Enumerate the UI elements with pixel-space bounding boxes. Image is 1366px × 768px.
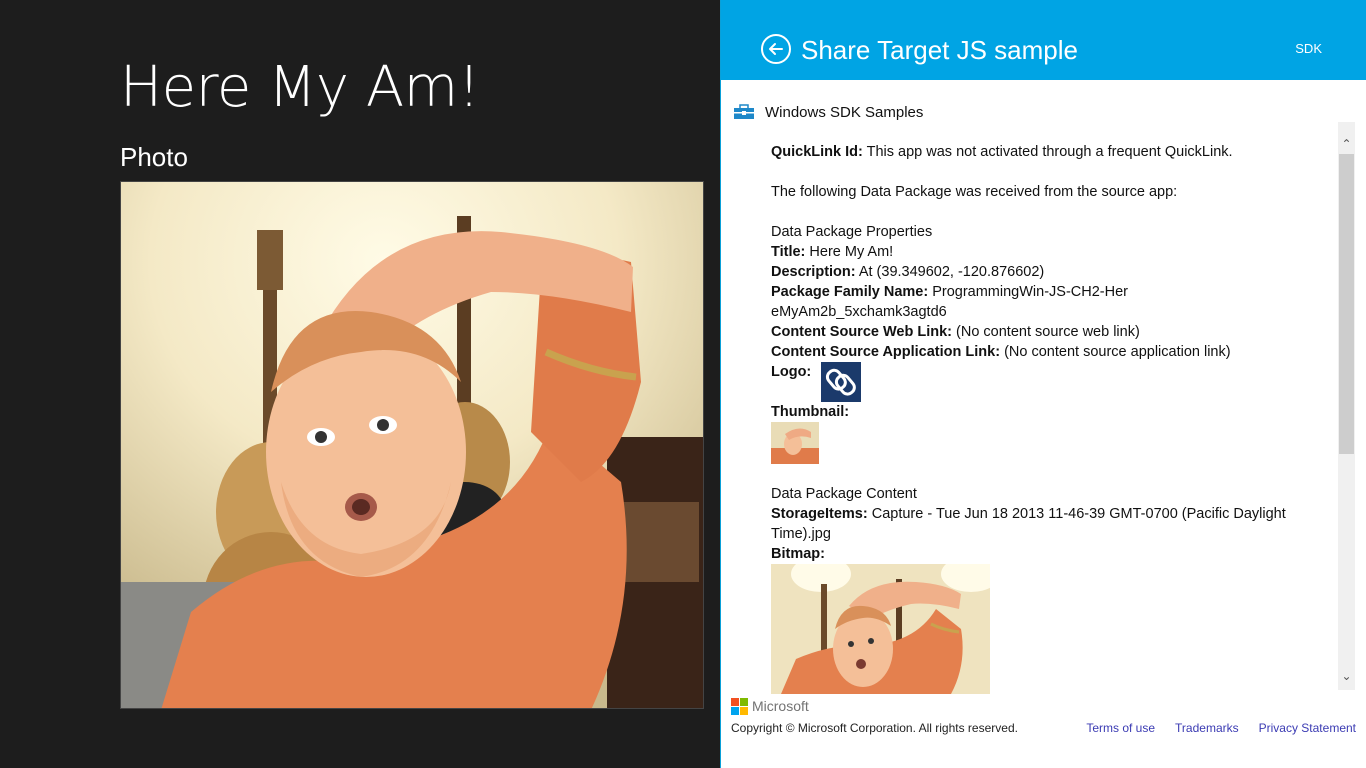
content-heading: Data Package Content	[771, 486, 917, 502]
data-package-output: QuickLink Id: This app was not activated…	[771, 142, 1331, 697]
share-title: Share Target JS sample	[801, 35, 1078, 65]
quicklink-label: QuickLink Id:	[771, 144, 863, 160]
sdk-label: SDK	[1295, 41, 1322, 56]
chain-link-icon	[821, 362, 862, 402]
package-family-row: Package Family Name: ProgrammingWin-JS-C…	[771, 282, 1131, 322]
terms-of-use-link[interactable]: Terms of use	[1086, 721, 1155, 735]
title-value: Here My Am!	[805, 244, 894, 260]
captured-photo	[120, 181, 704, 709]
description-row: Description: At (39.349602, -120.876602)	[771, 262, 1331, 282]
privacy-statement-link[interactable]: Privacy Statement	[1259, 721, 1356, 735]
footer-links: Terms of use Trademarks Privacy Statemen…	[1086, 721, 1356, 735]
microsoft-logo: Microsoft	[731, 696, 809, 716]
title-label: Title:	[771, 244, 806, 260]
scroll-up-arrow-icon[interactable]: ⌃	[1338, 134, 1355, 154]
samples-label: Windows SDK Samples	[765, 103, 924, 121]
samples-branding: Windows SDK Samples	[733, 100, 923, 124]
thumbnail-label: Thumbnail:	[771, 402, 1331, 422]
storage-items-row: StorageItems: Capture - Tue Jun 18 2013 …	[771, 504, 1331, 544]
thumbnail-image	[771, 422, 819, 464]
description-value: At (39.349602, -120.876602)	[855, 264, 1045, 280]
host-app: Here My Am! Photo	[0, 0, 720, 768]
copyright-text: Copyright © Microsoft Corporation. All r…	[731, 721, 1018, 735]
trademarks-link[interactable]: Trademarks	[1175, 721, 1239, 735]
received-text: The following Data Package was received …	[771, 184, 1178, 200]
web-link-value: (No content source web link)	[952, 324, 1140, 340]
web-link-label: Content Source Web Link:	[771, 324, 952, 340]
web-link-row: Content Source Web Link: (No content sou…	[771, 322, 1331, 342]
photo-section-label: Photo	[120, 142, 188, 172]
app-link-label: Content Source Application Link:	[771, 344, 1001, 360]
app-link-row: Content Source Application Link: (No con…	[771, 342, 1331, 362]
toolbox-icon	[734, 104, 754, 119]
vertical-scrollbar[interactable]: ⌃ ⌄	[1338, 122, 1355, 690]
title-row: Title: Here My Am!	[771, 242, 1331, 262]
package-family-label: Package Family Name:	[771, 284, 929, 300]
bitmap-label: Bitmap:	[771, 544, 1331, 564]
quicklink-value: This app was not activated through a fre…	[862, 144, 1233, 160]
microsoft-squares-icon	[731, 697, 748, 715]
quicklink-row: QuickLink Id: This app was not activated…	[771, 142, 1331, 162]
bitmap-label-text: Bitmap:	[771, 546, 825, 562]
back-arrow-circle-icon[interactable]	[761, 34, 791, 64]
app-title: Here My Am!	[120, 55, 480, 120]
app-link-value: (No content source application link)	[1000, 344, 1231, 360]
scroll-thumb[interactable]	[1339, 154, 1354, 454]
thumbnail-label-text: Thumbnail:	[771, 404, 850, 420]
scroll-down-arrow-icon[interactable]: ⌄	[1338, 666, 1355, 686]
logo-label: Logo:	[771, 364, 812, 380]
share-header: Share Target JS sample SDK	[721, 0, 1366, 80]
share-pane: Share Target JS sample SDK Windows SDK S…	[720, 0, 1366, 768]
microsoft-wordmark: Microsoft	[752, 698, 809, 714]
storage-items-label: StorageItems:	[771, 506, 868, 522]
logo-row: Logo:	[771, 362, 1331, 402]
properties-heading: Data Package Properties	[771, 224, 933, 240]
bitmap-image	[771, 564, 990, 694]
description-label: Description:	[771, 264, 856, 280]
